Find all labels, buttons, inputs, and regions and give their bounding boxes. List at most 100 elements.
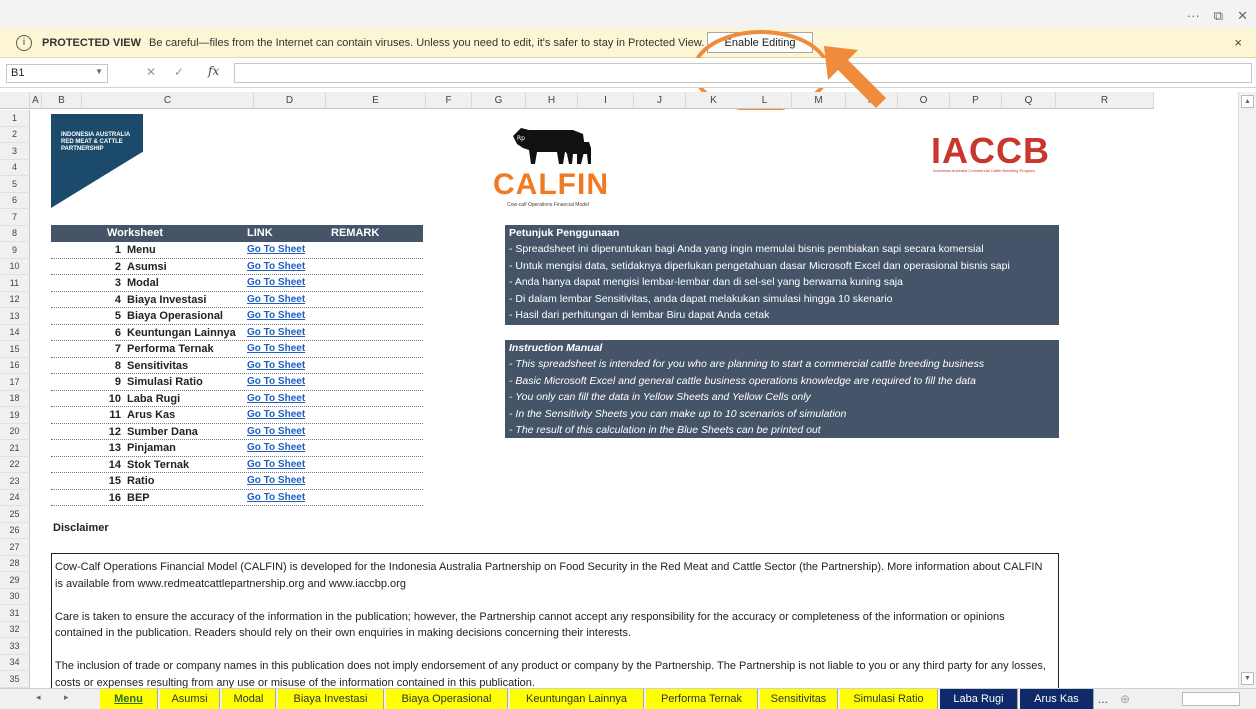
sheet-tab[interactable]: Modal <box>222 689 276 709</box>
restore-icon[interactable]: ⧉ <box>1214 8 1223 24</box>
go-to-sheet-link[interactable]: Go To Sheet <box>247 409 305 420</box>
go-to-sheet-link[interactable]: Go To Sheet <box>247 459 305 470</box>
tab-next-icon[interactable]: ▸ <box>64 692 69 703</box>
enable-editing-button[interactable]: Enable Editing <box>707 32 813 53</box>
sheet-tab[interactable]: Laba Rugi <box>940 689 1018 709</box>
row-header[interactable]: 11 <box>0 275 30 292</box>
column-header[interactable]: K <box>686 92 742 109</box>
column-header[interactable]: Q <box>1002 92 1056 109</box>
row-header[interactable]: 35 <box>0 671 30 688</box>
horizontal-scrollbar[interactable] <box>1182 692 1240 706</box>
column-header[interactable]: G <box>472 92 526 109</box>
go-to-sheet-link[interactable]: Go To Sheet <box>247 376 305 387</box>
row-header[interactable]: 13 <box>0 308 30 325</box>
column-header[interactable]: H <box>526 92 578 109</box>
go-to-sheet-link[interactable]: Go To Sheet <box>247 442 305 453</box>
chevron-down-icon[interactable]: ▼ <box>95 67 103 76</box>
close-protected-view-icon[interactable]: × <box>1234 35 1242 50</box>
row-header[interactable]: 9 <box>0 242 30 259</box>
row-header[interactable]: 7 <box>0 209 30 226</box>
tab-prev-icon[interactable]: ◂ <box>36 692 41 703</box>
row-header[interactable]: 21 <box>0 440 30 457</box>
column-header[interactable]: C <box>82 92 254 109</box>
row-header[interactable]: 14 <box>0 324 30 341</box>
column-header[interactable]: B <box>42 92 82 109</box>
row-header[interactable]: 17 <box>0 374 30 391</box>
row-header[interactable]: 31 <box>0 605 30 622</box>
row-header[interactable]: 28 <box>0 555 30 572</box>
row-header[interactable]: 19 <box>0 407 30 424</box>
sheet-tab[interactable]: Biaya Operasional <box>386 689 508 709</box>
row-header[interactable]: 22 <box>0 456 30 473</box>
row-header[interactable]: 5 <box>0 176 30 193</box>
row-header[interactable]: 34 <box>0 654 30 671</box>
row-header[interactable]: 3 <box>0 143 30 160</box>
column-header[interactable]: M <box>792 92 846 109</box>
more-tabs-icon[interactable]: ... <box>1098 692 1108 706</box>
row-header[interactable]: 29 <box>0 572 30 589</box>
sheet-tab[interactable]: Keuntungan Lainnya <box>510 689 644 709</box>
formula-input[interactable] <box>234 63 1252 83</box>
sheet-tab[interactable]: Menu <box>100 689 158 709</box>
row-header[interactable]: 18 <box>0 390 30 407</box>
row-header[interactable]: 20 <box>0 423 30 440</box>
row-header[interactable]: 33 <box>0 638 30 655</box>
row-header[interactable]: 25 <box>0 506 30 523</box>
go-to-sheet-link[interactable]: Go To Sheet <box>247 277 305 288</box>
column-header[interactable]: I <box>578 92 634 109</box>
column-header[interactable]: E <box>326 92 426 109</box>
row-header[interactable]: 4 <box>0 159 30 176</box>
row-header[interactable]: 8 <box>0 225 30 242</box>
sheet-tab[interactable]: Simulasi Ratio <box>840 689 938 709</box>
go-to-sheet-link[interactable]: Go To Sheet <box>247 426 305 437</box>
go-to-sheet-link[interactable]: Go To Sheet <box>247 294 305 305</box>
column-header[interactable]: P <box>950 92 1002 109</box>
column-header[interactable]: A <box>30 92 42 109</box>
name-box[interactable]: B1 ▼ <box>6 64 108 83</box>
sheet-tab[interactable]: Biaya Investasi <box>278 689 384 709</box>
row-header[interactable]: 6 <box>0 192 30 209</box>
cancel-icon[interactable]: ✕ <box>146 65 156 79</box>
row-header[interactable]: 30 <box>0 588 30 605</box>
row-header[interactable]: 2 <box>0 126 30 143</box>
scroll-down-icon[interactable]: ▼ <box>1241 672 1254 685</box>
row-header[interactable]: 12 <box>0 291 30 308</box>
go-to-sheet-link[interactable]: Go To Sheet <box>247 310 305 321</box>
scroll-up-icon[interactable]: ▲ <box>1241 95 1254 108</box>
column-header[interactable]: L <box>738 92 792 109</box>
close-window-icon[interactable]: ✕ <box>1237 8 1248 24</box>
row-header[interactable]: 16 <box>0 357 30 374</box>
go-to-sheet-link[interactable]: Go To Sheet <box>247 360 305 371</box>
column-header[interactable]: R <box>1056 92 1154 109</box>
column-header[interactable]: D <box>254 92 326 109</box>
go-to-sheet-link[interactable]: Go To Sheet <box>247 475 305 486</box>
row-header[interactable]: 10 <box>0 258 30 275</box>
row-header[interactable]: 26 <box>0 522 30 539</box>
go-to-sheet-link[interactable]: Go To Sheet <box>247 244 305 255</box>
go-to-sheet-link[interactable]: Go To Sheet <box>247 327 305 338</box>
sheet-area[interactable]: INDONESIA AUSTRALIA RED MEAT & CATTLE PA… <box>31 110 1236 688</box>
sheet-tab[interactable]: Performa Ternak <box>646 689 758 709</box>
row-header[interactable]: 15 <box>0 341 30 358</box>
select-all-corner[interactable] <box>0 92 30 109</box>
row-header[interactable]: 24 <box>0 489 30 506</box>
go-to-sheet-link[interactable]: Go To Sheet <box>247 393 305 404</box>
sheet-tab[interactable]: Sensitivitas <box>760 689 838 709</box>
insert-function-icon[interactable]: fx <box>208 64 219 78</box>
add-sheet-icon[interactable]: ⊕ <box>1120 692 1130 706</box>
column-header[interactable]: F <box>426 92 472 109</box>
row-header[interactable]: 1 <box>0 110 30 127</box>
vertical-scrollbar[interactable]: ▲ ▼ <box>1238 92 1256 688</box>
row-header[interactable]: 23 <box>0 473 30 490</box>
go-to-sheet-link[interactable]: Go To Sheet <box>247 261 305 272</box>
row-header[interactable]: 32 <box>0 621 30 638</box>
row-header[interactable]: 27 <box>0 539 30 556</box>
column-header[interactable]: O <box>898 92 950 109</box>
column-header[interactable]: N <box>846 92 898 109</box>
column-header[interactable]: J <box>634 92 686 109</box>
sheet-tab[interactable]: Asumsi <box>160 689 220 709</box>
go-to-sheet-link[interactable]: Go To Sheet <box>247 343 305 354</box>
enter-icon[interactable]: ✓ <box>174 65 184 79</box>
go-to-sheet-link[interactable]: Go To Sheet <box>247 492 305 503</box>
sheet-tab[interactable]: Arus Kas <box>1020 689 1094 709</box>
